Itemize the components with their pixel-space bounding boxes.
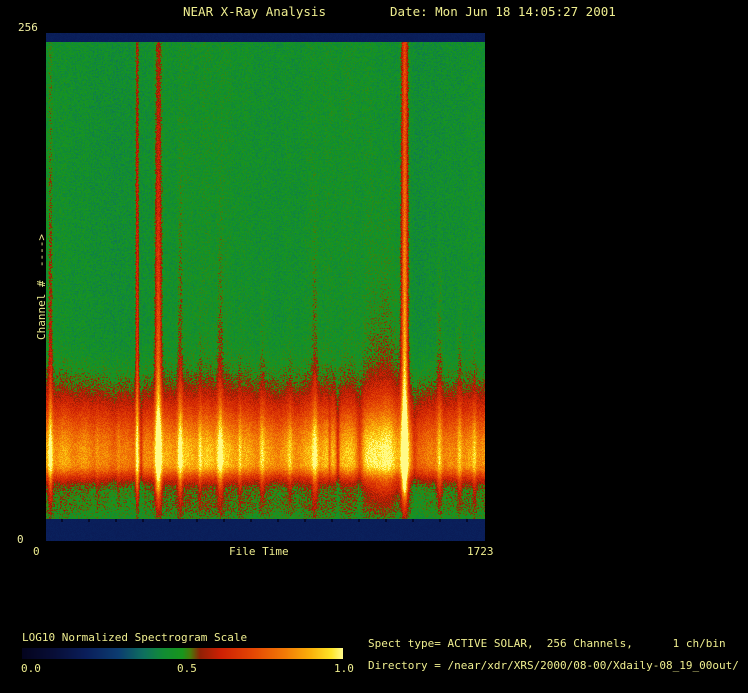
y-axis-min-label: 0 <box>17 533 24 546</box>
window-title: NEAR X-Ray Analysis <box>183 4 326 19</box>
colorbar-tick-max: 1.0 <box>334 662 354 675</box>
colorbar-label: LOG10 Normalized Spectrogram Scale <box>22 631 248 644</box>
spect-type-line: Spect type= ACTIVE SOLAR, 256 Channels, … <box>368 637 726 650</box>
colorbar-canvas <box>22 648 343 659</box>
spectrogram-canvas <box>46 33 485 541</box>
header-date: Date: Mon Jun 18 14:05:27 2001 <box>390 4 616 19</box>
x-axis-max-label: 1723 <box>467 545 494 558</box>
directory-line: Directory = /near/xdr/XRS/2000/08-00/Xda… <box>368 659 739 672</box>
x-axis-title: File Time <box>229 545 289 558</box>
colorbar-tick-mid: 0.5 <box>177 662 197 675</box>
colorbar-tick-min: 0.0 <box>21 662 41 675</box>
near-xray-analysis-window: NEAR X-Ray Analysis Date: Mon Jun 18 14:… <box>0 0 748 693</box>
x-axis-min-label: 0 <box>33 545 40 558</box>
